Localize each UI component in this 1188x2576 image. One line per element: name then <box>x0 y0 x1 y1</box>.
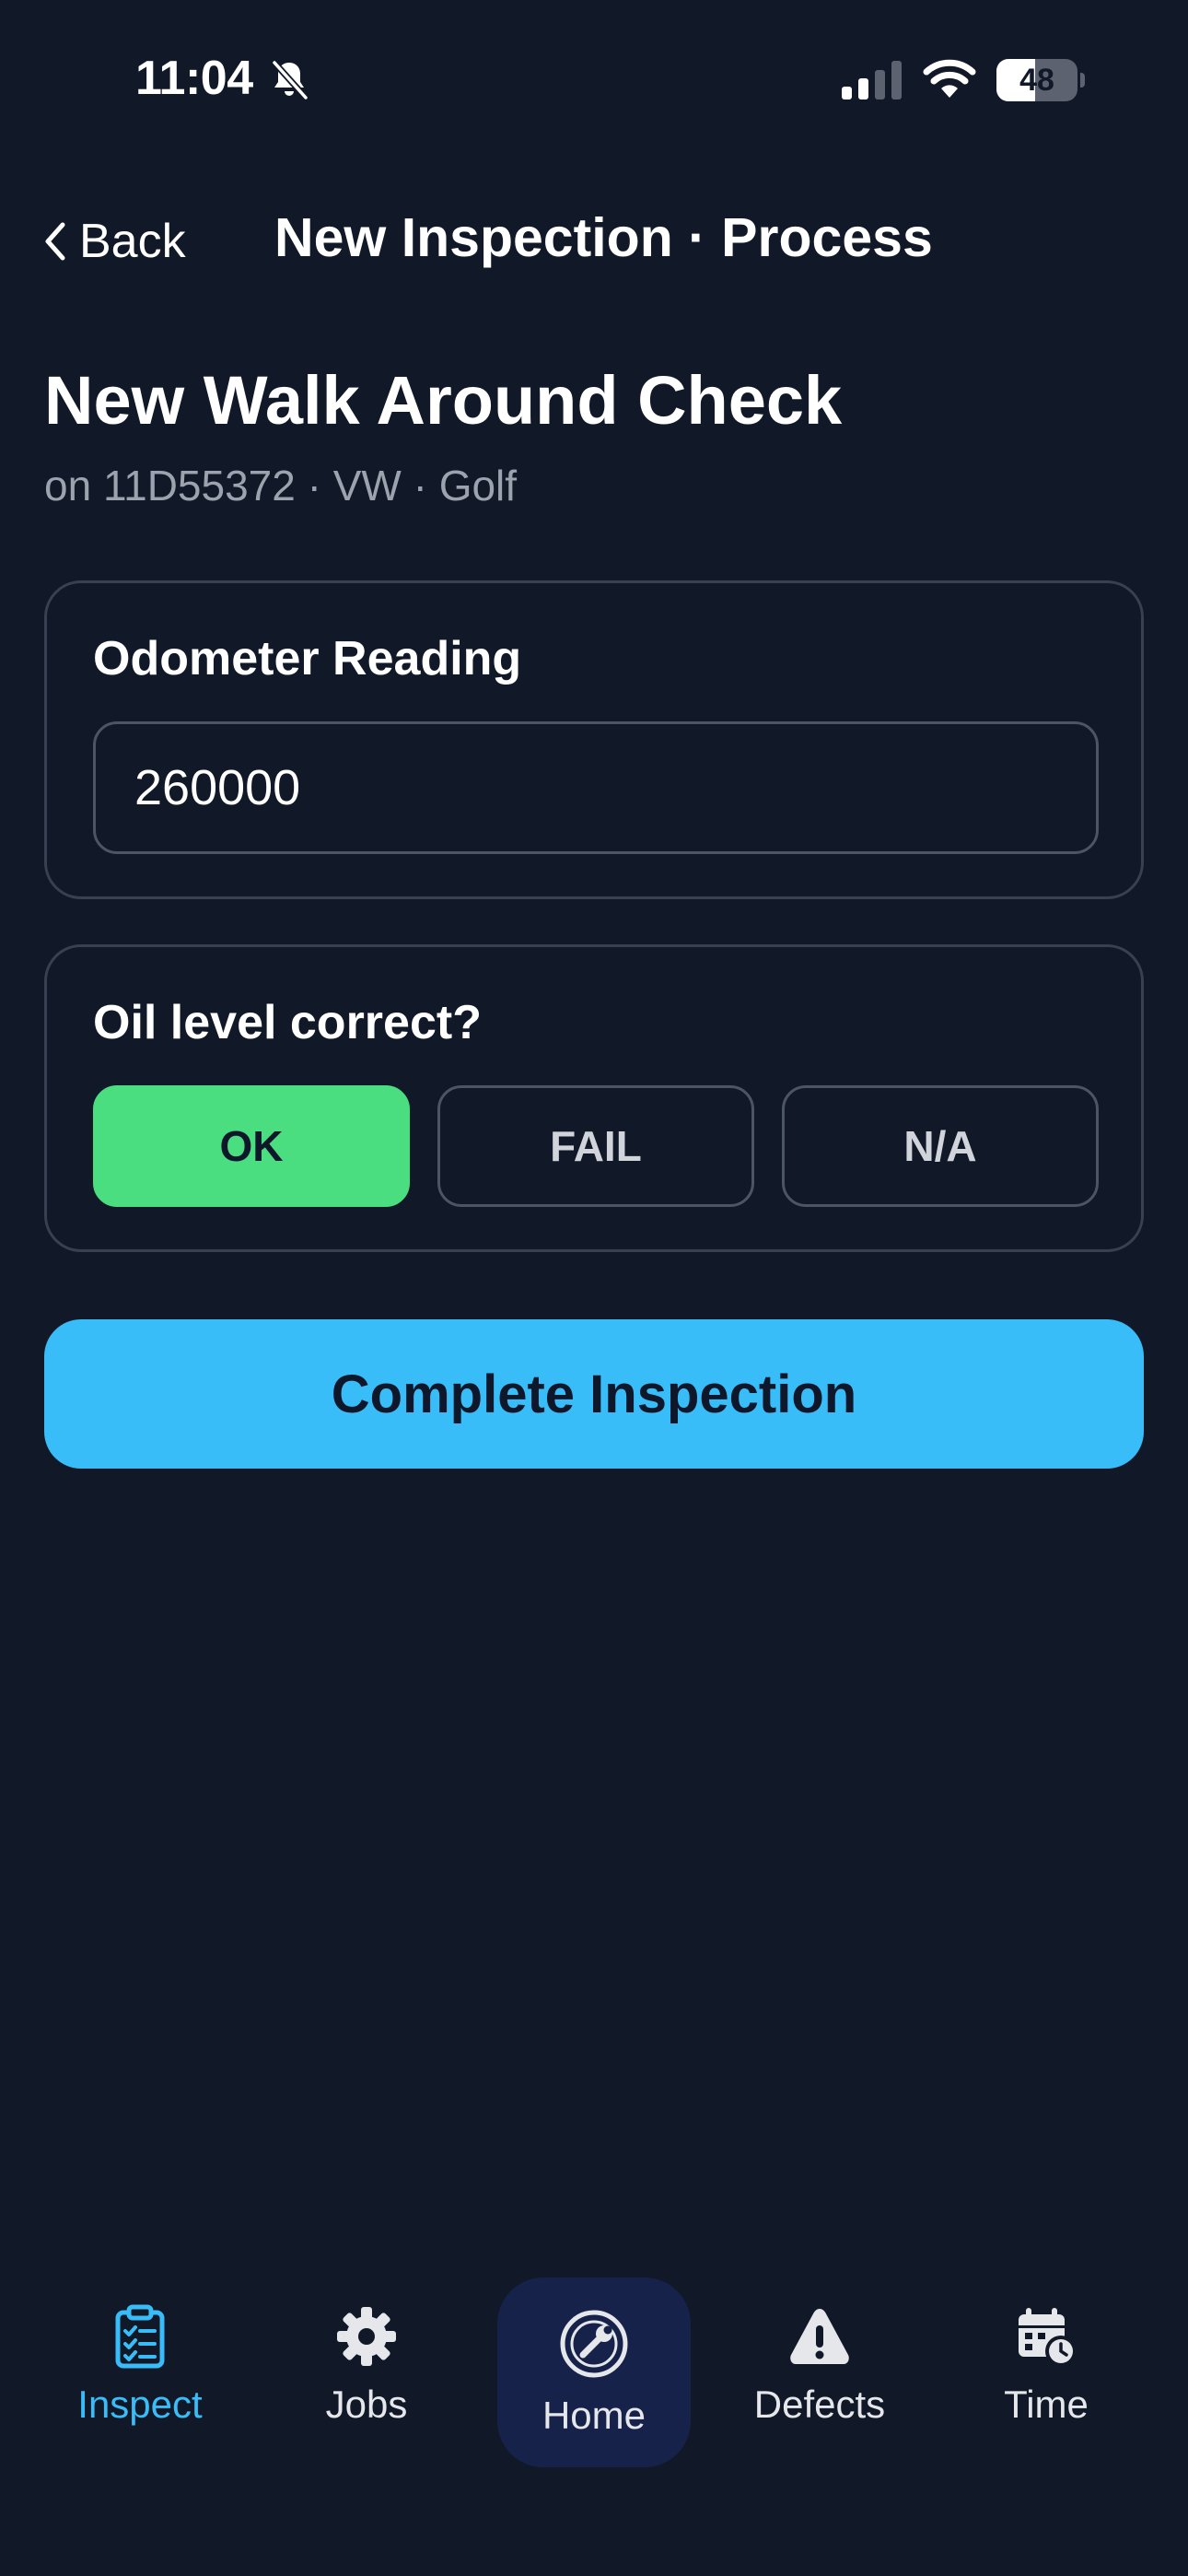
clipboard-checklist-icon <box>115 2304 165 2369</box>
calendar-clock-icon <box>1019 2308 1077 2367</box>
battery-percent: 48 <box>1019 63 1054 98</box>
nav-title: New Inspection · Process <box>274 207 933 268</box>
tab-time-label: Time <box>1004 2383 1089 2426</box>
complete-inspection-button[interactable]: Complete Inspection <box>44 1319 1144 1469</box>
tab-home-label: Home <box>542 2394 646 2437</box>
tab-inspect[interactable]: Inspect <box>43 2266 237 2460</box>
tab-jobs[interactable]: Jobs <box>270 2266 463 2460</box>
status-time: 11:04 <box>135 52 253 105</box>
odometer-label: Odometer Reading <box>93 632 522 685</box>
gear-icon <box>337 2307 396 2366</box>
tab-time[interactable]: Time <box>949 2266 1143 2460</box>
odometer-card: Odometer Reading <box>44 580 1144 899</box>
battery-icon: 48 <box>996 59 1085 101</box>
option-fail-button[interactable]: FAIL <box>437 1085 754 1207</box>
bell-slash-icon <box>272 60 309 100</box>
option-na-button[interactable]: N/A <box>782 1085 1099 1207</box>
tab-jobs-label: Jobs <box>325 2383 408 2426</box>
cellular-signal-icon <box>842 61 902 100</box>
oil-level-card: Oil level correct? OK FAIL N/A <box>44 944 1144 1252</box>
status-bar: 11:04 48 <box>0 0 1188 157</box>
back-button[interactable]: Back <box>41 205 186 278</box>
tab-inspect-label: Inspect <box>77 2383 203 2426</box>
page-title: New Walk Around Check <box>44 362 843 439</box>
back-label: Back <box>79 215 186 268</box>
tab-bar: Inspect Jobs Home Defects Time <box>0 2266 1188 2469</box>
page-subtitle: on 11D55372 · VW · Golf <box>44 462 518 509</box>
option-ok-button[interactable]: OK <box>93 1085 410 1207</box>
tab-home[interactable]: Home <box>497 2277 691 2467</box>
wrench-circle-icon <box>560 2310 628 2378</box>
oil-level-options: OK FAIL N/A <box>93 1085 1099 1207</box>
chevron-left-icon <box>45 222 65 261</box>
odometer-input[interactable] <box>93 721 1099 854</box>
warning-triangle-icon <box>790 2309 849 2364</box>
tab-defects[interactable]: Defects <box>723 2266 916 2460</box>
oil-level-question: Oil level correct? <box>93 996 482 1049</box>
wifi-icon <box>923 59 976 98</box>
tab-defects-label: Defects <box>753 2383 886 2426</box>
